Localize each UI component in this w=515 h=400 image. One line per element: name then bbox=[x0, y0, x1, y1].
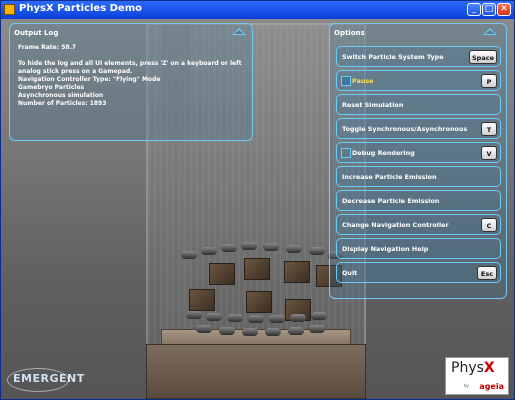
crate-object bbox=[244, 258, 270, 280]
log-line: analog stick press on a Gamepad. bbox=[18, 68, 133, 75]
crate-object bbox=[284, 261, 310, 283]
crate-object bbox=[189, 289, 215, 311]
option-toggle-sync-async[interactable]: Toggle Synchronous/Asynchronous T bbox=[336, 118, 501, 139]
physx-logo-text: PhysX bbox=[451, 360, 495, 376]
option-switch-particle-system[interactable]: Switch Particle System Type Space bbox=[336, 46, 501, 67]
key-space: Space bbox=[469, 50, 497, 64]
title-bar[interactable]: PhysX Particles Demo _ □ ✕ bbox=[1, 1, 514, 19]
close-button[interactable]: ✕ bbox=[497, 3, 511, 16]
window-title: PhysX Particles Demo bbox=[19, 3, 143, 14]
rod-object bbox=[288, 327, 304, 335]
options-title: Options bbox=[334, 29, 365, 37]
rod-object bbox=[286, 245, 302, 253]
rod-object bbox=[186, 311, 202, 319]
rod-object bbox=[219, 327, 235, 335]
log-line: Asynchronous simulation bbox=[18, 92, 104, 99]
option-label: Switch Particle System Type bbox=[342, 53, 444, 61]
rod-object bbox=[201, 247, 217, 255]
output-log-panel: Output Log Frame Rate: 58.7 To hide the … bbox=[9, 23, 253, 141]
collapse-arrow-icon[interactable] bbox=[483, 28, 497, 35]
collapse-arrow-icon[interactable] bbox=[232, 28, 246, 35]
rod-object bbox=[196, 325, 212, 333]
minimize-button[interactable]: _ bbox=[467, 3, 481, 16]
log-line: Number of Particles: 1893 bbox=[18, 100, 107, 107]
maximize-button[interactable]: □ bbox=[482, 3, 496, 16]
ageia-text: ageia bbox=[479, 382, 504, 391]
key-v: V bbox=[481, 146, 497, 160]
option-quit[interactable]: Quit Esc bbox=[336, 262, 501, 283]
option-decrease-emission[interactable]: Decrease Particle Emission bbox=[336, 190, 501, 211]
crate-object bbox=[209, 263, 235, 285]
crate-object bbox=[246, 291, 272, 313]
log-line: Gamebryo Particles bbox=[18, 84, 85, 91]
option-label: Decrease Particle Emission bbox=[342, 197, 440, 205]
output-log-title: Output Log bbox=[14, 29, 59, 37]
option-label: Quit bbox=[342, 269, 358, 277]
option-display-navigation-help[interactable]: Display Navigation Help bbox=[336, 238, 501, 259]
option-label: Increase Particle Emission bbox=[342, 173, 437, 181]
emergent-logo: EMERGENT bbox=[7, 368, 85, 392]
option-label: Toggle Synchronous/Asynchronous bbox=[342, 125, 468, 133]
rod-object bbox=[263, 243, 279, 251]
debug-rendering-checkbox[interactable] bbox=[341, 148, 351, 158]
key-esc: Esc bbox=[477, 266, 497, 280]
rod-object bbox=[241, 242, 257, 250]
pause-checkbox[interactable] bbox=[341, 76, 351, 86]
option-label: Debug Rendering bbox=[352, 149, 415, 157]
physx-by-text: by bbox=[464, 383, 469, 388]
rod-object bbox=[221, 244, 237, 252]
option-reset-simulation[interactable]: Reset Simulation bbox=[336, 94, 501, 115]
option-label: Pause bbox=[352, 77, 374, 85]
option-increase-emission[interactable]: Increase Particle Emission bbox=[336, 166, 501, 187]
log-line-frame-rate: Frame Rate: 58.7 bbox=[18, 44, 77, 51]
rod-object bbox=[309, 247, 325, 255]
app-icon bbox=[4, 4, 15, 15]
rod-object bbox=[269, 315, 285, 323]
rod-object bbox=[265, 328, 281, 336]
option-label: Change Navigation Controller bbox=[342, 221, 449, 229]
render-viewport[interactable]: Output Log Frame Rate: 58.7 To hide the … bbox=[1, 19, 514, 399]
rod-object bbox=[248, 315, 264, 323]
rod-object bbox=[227, 314, 243, 322]
rod-object bbox=[309, 325, 325, 333]
physx-x-text: X bbox=[483, 360, 495, 376]
log-line: To hide the log and all UI elements, pre… bbox=[18, 60, 242, 67]
log-line: Navigation Controller Type: "Flying" Mod… bbox=[18, 76, 161, 83]
emergent-logo-ring bbox=[7, 368, 69, 392]
option-label: Display Navigation Help bbox=[342, 245, 429, 253]
physx-ageia-logo: PhysX by ageia bbox=[445, 357, 509, 395]
rod-object bbox=[206, 313, 222, 321]
option-change-navigation-controller[interactable]: Change Navigation Controller C bbox=[336, 214, 501, 235]
rod-object bbox=[242, 328, 258, 336]
container-base bbox=[146, 344, 366, 399]
rod-object bbox=[181, 251, 197, 259]
option-pause[interactable]: Pause P bbox=[336, 70, 501, 91]
key-c: C bbox=[481, 218, 497, 232]
option-debug-rendering[interactable]: Debug Rendering V bbox=[336, 142, 501, 163]
rod-object bbox=[311, 312, 327, 320]
key-t: T bbox=[481, 122, 497, 136]
key-p: P bbox=[481, 74, 497, 88]
app-window: PhysX Particles Demo _ □ ✕ Output Log Fr… bbox=[0, 0, 515, 400]
rod-object bbox=[290, 314, 306, 322]
option-label: Reset Simulation bbox=[342, 101, 404, 109]
physx-main-text: Phys bbox=[451, 360, 484, 376]
